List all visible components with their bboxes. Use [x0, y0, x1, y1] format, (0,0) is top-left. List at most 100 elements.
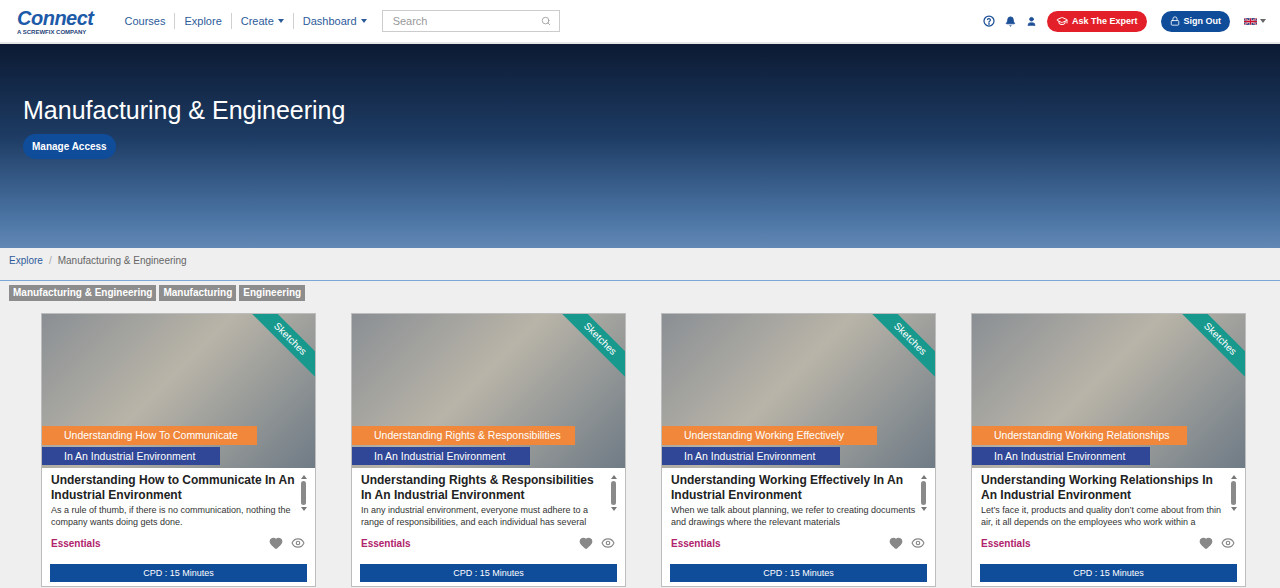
scrollbar[interactable]	[1230, 473, 1237, 528]
scroll-up-icon[interactable]	[301, 475, 307, 479]
breadcrumb-separator: /	[49, 255, 52, 266]
breadcrumb: Explore/Manufacturing & Engineering	[0, 248, 1280, 281]
nav-item[interactable]: Courses	[116, 13, 175, 29]
image-labels: Understanding Working Relationships In An…	[972, 426, 1187, 465]
eye-icon[interactable]	[1221, 536, 1235, 550]
scroll-down-icon[interactable]	[611, 507, 617, 511]
nav-item[interactable]: Dashboard	[293, 13, 376, 29]
card-text: Understanding How to Communicate In An I…	[51, 473, 296, 528]
scroll-thumb[interactable]	[611, 481, 616, 505]
breadcrumb-item[interactable]: Explore	[9, 255, 43, 266]
card-actions	[889, 536, 927, 550]
card-actions	[579, 536, 617, 550]
manage-access-button[interactable]: Manage Access	[23, 134, 116, 159]
label-top: Understanding Working Relationships	[972, 426, 1187, 445]
course-image[interactable]: Sketches Understanding Working Effectivel…	[662, 314, 935, 468]
eye-icon[interactable]	[911, 536, 925, 550]
label-bottom: In An Industrial Environment	[662, 447, 840, 465]
scrollbar[interactable]	[610, 473, 617, 528]
uk-flag-icon[interactable]	[1244, 17, 1257, 26]
card-text: Understanding Working Effectively In An …	[671, 473, 916, 528]
tag[interactable]: Manufacturing	[159, 285, 236, 301]
scrollbar[interactable]	[920, 473, 927, 528]
scroll-up-icon[interactable]	[1231, 475, 1237, 479]
heart-icon[interactable]	[1199, 536, 1213, 550]
ribbon-badge: Sketches	[245, 314, 315, 384]
logo[interactable]: ConnectA SCREWFIX COMPANY	[17, 8, 94, 35]
language-selector[interactable]	[1244, 17, 1266, 26]
top-bar: ConnectA SCREWFIX COMPANYCoursesExploreC…	[0, 0, 1280, 44]
course-image[interactable]: SketchesUnderstanding Rights & Responsib…	[352, 314, 625, 468]
scroll-up-icon[interactable]	[611, 475, 617, 479]
label-bottom: In An Industrial Environment	[972, 447, 1150, 465]
label-bottom: In An Industrial Environment	[42, 447, 220, 465]
profile-button[interactable]	[1026, 16, 1037, 27]
ask-expert-button[interactable]: Ask The Expert	[1047, 11, 1147, 32]
notifications-button[interactable]	[1005, 16, 1016, 27]
cpd-bar: CPD : 15 Minutes	[360, 564, 617, 582]
search-input[interactable]	[391, 14, 537, 28]
card-body: Understanding Working Effectively In An …	[662, 468, 935, 552]
dropdown-caret-icon	[361, 19, 367, 23]
heart-icon[interactable]	[269, 536, 283, 550]
course-card[interactable]: Sketches Understanding Working Effectivel…	[661, 313, 936, 587]
heart-icon[interactable]	[579, 536, 593, 550]
help-button[interactable]	[983, 15, 995, 27]
card-category: Essentials	[671, 538, 720, 549]
lock-icon	[1170, 16, 1180, 26]
card-body: Understanding How to Communicate In An I…	[42, 468, 315, 552]
search-icon[interactable]	[541, 16, 551, 26]
ribbon-badge: Sketches	[865, 314, 935, 384]
label-top: Understanding How To Communicate	[42, 426, 257, 445]
help-icon[interactable]	[983, 15, 995, 27]
course-image[interactable]: Sketches Understanding How To Communicate…	[42, 314, 315, 468]
scroll-thumb[interactable]	[921, 481, 926, 505]
card-title[interactable]: Understanding Working Relationships In A…	[981, 473, 1226, 503]
scroll-up-icon[interactable]	[921, 475, 927, 479]
eye-icon[interactable]	[291, 536, 305, 550]
course-card[interactable]: SketchesUnderstanding Working Relationsh…	[971, 313, 1246, 587]
card-title[interactable]: Understanding Rights & Responsibilities …	[361, 473, 606, 503]
hero-title: Manufacturing & Engineering	[23, 96, 345, 124]
sign-out-button[interactable]: Sign Out	[1161, 11, 1231, 32]
scroll-down-icon[interactable]	[921, 507, 927, 511]
main-nav: CoursesExploreCreateDashboard	[116, 13, 376, 29]
tag[interactable]: Manufacturing & Engineering	[9, 285, 156, 301]
dropdown-caret-icon	[1260, 19, 1266, 23]
course-image[interactable]: SketchesUnderstanding Working Relationsh…	[972, 314, 1245, 468]
tag[interactable]: Engineering	[239, 285, 305, 301]
scroll-down-icon[interactable]	[301, 507, 307, 511]
scroll-thumb[interactable]	[1231, 481, 1236, 505]
bell-icon[interactable]	[1005, 16, 1016, 27]
card-scroll-area: Understanding How to Communicate In An I…	[51, 473, 307, 528]
scroll-down-icon[interactable]	[1231, 507, 1237, 511]
user-icon[interactable]	[1026, 16, 1037, 27]
image-labels: Understanding Working Effectively In An I…	[662, 426, 877, 465]
logo-name[interactable]: Connect	[17, 8, 94, 28]
card-scroll-area: Understanding Working Effectively In An …	[671, 473, 927, 528]
course-card[interactable]: SketchesUnderstanding Rights & Responsib…	[351, 313, 626, 587]
card-description: Let’s face it, products and quality don’…	[981, 504, 1226, 528]
course-card[interactable]: Sketches Understanding How To Communicate…	[41, 313, 316, 587]
eye-icon[interactable]	[601, 536, 615, 550]
label-bottom: In An Industrial Environment	[352, 447, 530, 465]
card-title[interactable]: Understanding How to Communicate In An I…	[51, 473, 296, 503]
card-meta: Essentials	[981, 534, 1237, 552]
cpd-bar: CPD : 15 Minutes	[50, 564, 307, 582]
label-top: Understanding Working Effectively	[662, 426, 877, 445]
card-body: Understanding Working Relationships In A…	[972, 468, 1245, 552]
scroll-thumb[interactable]	[301, 481, 306, 505]
card-actions	[269, 536, 307, 550]
card-meta: Essentials	[671, 534, 927, 552]
card-description: As a rule of thumb, if there is no commu…	[51, 504, 296, 528]
card-body: Understanding Rights & Responsibilities …	[352, 468, 625, 552]
card-category: Essentials	[361, 538, 410, 549]
scrollbar[interactable]	[300, 473, 307, 528]
nav-item[interactable]: Explore	[174, 13, 230, 29]
cpd-bar: CPD : 15 Minutes	[670, 564, 927, 582]
card-title[interactable]: Understanding Working Effectively In An …	[671, 473, 916, 503]
hero-banner: Manufacturing & Engineering Manage Access	[0, 44, 1280, 248]
nav-item[interactable]: Create	[231, 13, 293, 29]
search-box	[382, 10, 560, 32]
heart-icon[interactable]	[889, 536, 903, 550]
